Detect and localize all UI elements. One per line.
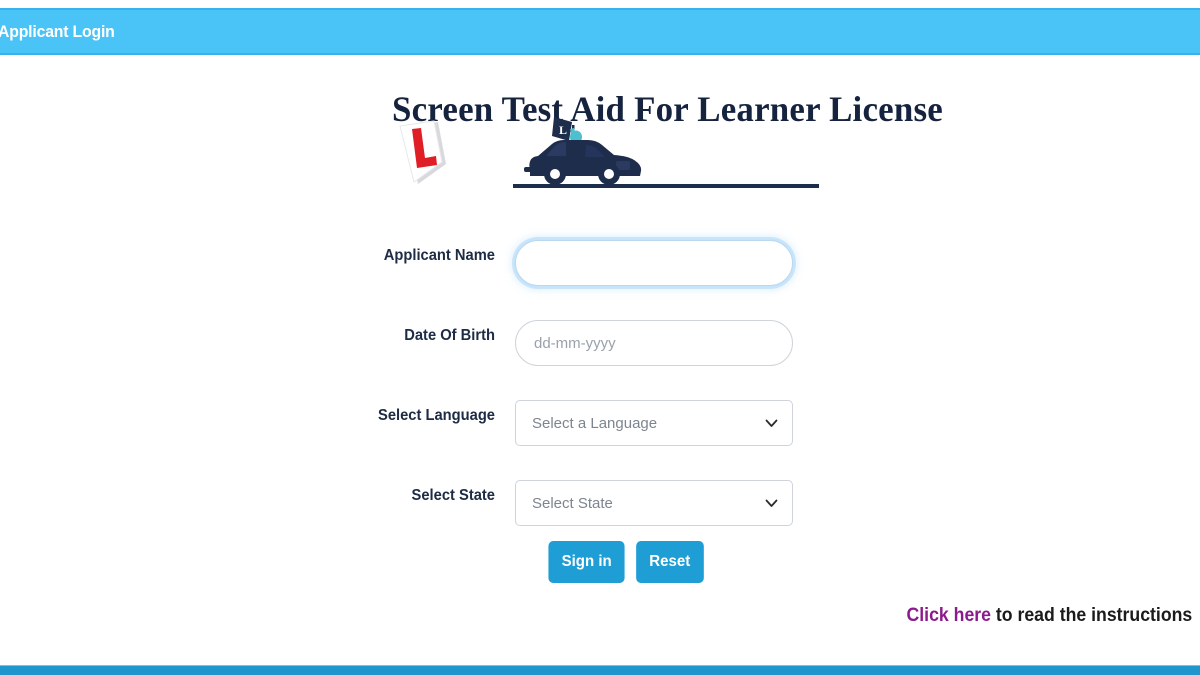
- instructions-line: Click here to read the instructions: [906, 605, 1192, 627]
- state-select[interactable]: Select State: [515, 480, 793, 526]
- chevron-down-icon: [765, 417, 778, 430]
- brand-title: Screen Test Aid For Learner License: [392, 89, 943, 129]
- applicant-login-page: Applicant Login Screen Test Aid For Lear…: [0, 0, 1200, 675]
- instructions-link[interactable]: Click here: [906, 605, 990, 626]
- label-date-of-birth: Date Of Birth: [404, 327, 495, 344]
- label-select-language: Select Language: [378, 407, 495, 424]
- field-wrap-applicant-name: [515, 240, 793, 286]
- label-select-state: Select State: [411, 487, 495, 504]
- footer-bar: [0, 665, 1200, 675]
- chevron-down-icon: [765, 497, 778, 510]
- language-select-value: Select a Language: [532, 414, 658, 432]
- form-row-date-of-birth: Date Of Birth: [0, 305, 1200, 385]
- svg-text:L: L: [559, 123, 567, 137]
- language-select[interactable]: Select a Language: [515, 400, 793, 446]
- form-button-row: Sign in Reset: [546, 541, 706, 583]
- page-top-spacer: [0, 0, 1200, 8]
- field-wrap-date-of-birth: [515, 320, 793, 366]
- page-title: Applicant Login: [0, 21, 115, 41]
- applicant-login-form: Applicant Name Date Of Birth Select Lang…: [0, 225, 1200, 545]
- field-wrap-select-language: Select a Language: [515, 400, 793, 446]
- learner-plate-icon: [392, 120, 450, 186]
- sign-in-button[interactable]: Sign in: [548, 541, 625, 583]
- applicant-name-input[interactable]: [515, 240, 793, 286]
- instructions-rest-text: to read the instructions: [990, 605, 1192, 626]
- road-line: [513, 184, 819, 188]
- state-select-value: Select State: [532, 494, 613, 512]
- form-row-applicant-name: Applicant Name: [0, 225, 1200, 305]
- date-of-birth-input[interactable]: [515, 320, 793, 366]
- brand-block: Screen Test Aid For Learner License L: [0, 80, 1200, 205]
- header-bar: Applicant Login: [0, 8, 1200, 55]
- form-row-select-language: Select Language Select a Language: [0, 385, 1200, 465]
- reset-button[interactable]: Reset: [636, 541, 704, 583]
- form-row-select-state: Select State Select State: [0, 465, 1200, 545]
- field-wrap-select-state: Select State: [515, 480, 793, 526]
- learner-car-icon: L: [512, 115, 662, 195]
- label-applicant-name: Applicant Name: [383, 247, 495, 264]
